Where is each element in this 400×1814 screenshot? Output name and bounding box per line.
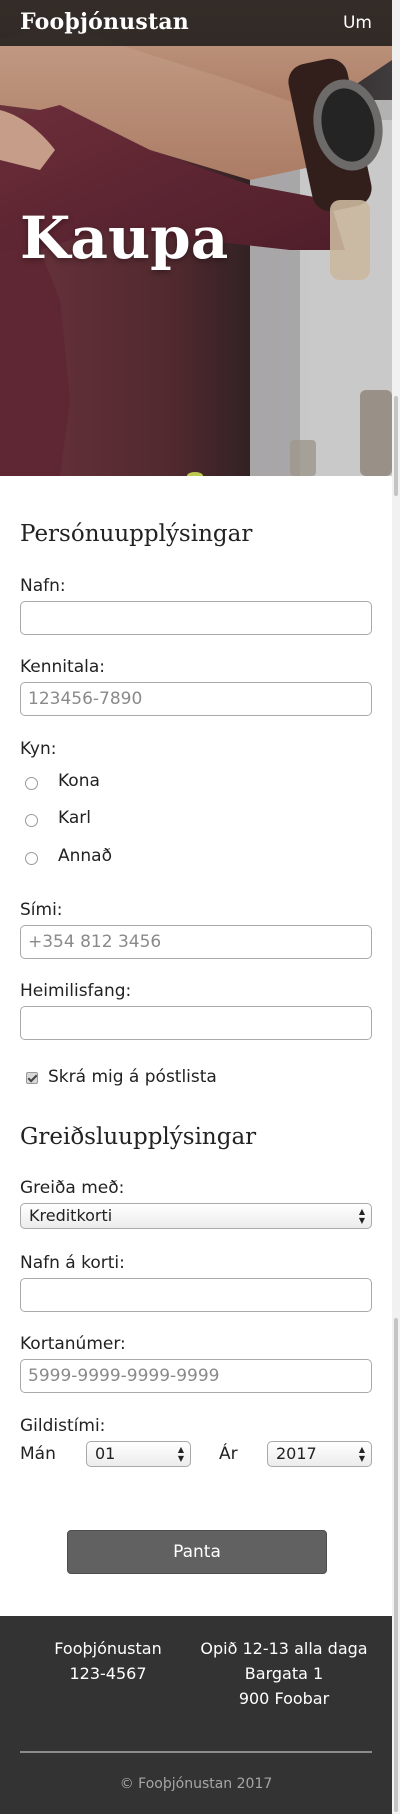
footer-company: Fooþjónustan 123-4567: [38, 1636, 178, 1686]
card-name-input[interactable]: [20, 1278, 372, 1312]
address-label: Heimilisfang:: [20, 981, 132, 1001]
brand-logo[interactable]: Fooþjónustan: [20, 9, 189, 35]
footer-copyright: © Fooþjónustan 2017: [119, 1776, 273, 1792]
card-number-input[interactable]: [20, 1359, 372, 1393]
footer-street: Bargata 1: [244, 1664, 324, 1683]
card-number-label: Kortanúmer:: [20, 1334, 126, 1354]
payment-info-heading: Greiðsluupplýsingar: [20, 1124, 257, 1150]
name-input[interactable]: [20, 601, 372, 635]
scrollbar[interactable]: [392, 0, 400, 1814]
year-label: Ár: [219, 1444, 238, 1464]
radio-label: Kona: [58, 771, 100, 791]
gender-label: Kyn:: [20, 739, 57, 759]
top-navbar: Fooþjónustan Um: [0, 0, 392, 46]
payment-method-value: Kreditkorti: [29, 1206, 113, 1225]
newsletter-checkbox[interactable]: [26, 1072, 38, 1084]
radio-button[interactable]: [25, 777, 38, 790]
footer-phone: 123-4567: [69, 1664, 147, 1683]
phone-label: Sími:: [20, 900, 63, 920]
radio-button[interactable]: [25, 852, 38, 865]
footer-address: Opið 12-13 alla daga Bargata 1 900 Fooba…: [196, 1636, 372, 1711]
phone-input[interactable]: [20, 925, 372, 959]
card-name-label: Nafn á korti:: [20, 1253, 125, 1273]
payment-method-label: Greiða með:: [20, 1178, 125, 1198]
order-button[interactable]: Panta: [67, 1530, 327, 1574]
payment-method-select[interactable]: Kreditkorti ▲ ▼: [20, 1203, 372, 1229]
personal-info-heading: Persónuupplýsingar: [20, 521, 253, 547]
month-label: Mán: [20, 1444, 56, 1464]
month-select[interactable]: 01 ▲ ▼: [86, 1441, 191, 1467]
kennitala-input[interactable]: [20, 682, 372, 716]
month-value: 01: [95, 1444, 116, 1463]
radio-label: Karl: [58, 808, 91, 828]
page: Kaupa Fooþjónustan Um Persónuupplýsingar…: [0, 0, 392, 1814]
select-arrows-icon: ▲ ▼: [177, 1445, 184, 1463]
footer-hours: Opið 12-13 alla daga: [200, 1639, 368, 1658]
footer-city: 900 Foobar: [238, 1689, 330, 1708]
year-select[interactable]: 2017 ▲ ▼: [267, 1441, 372, 1467]
footer-divider: [20, 1751, 372, 1753]
kennitala-label: Kennitala:: [20, 657, 105, 677]
scrollbar-thumb[interactable]: [394, 1318, 398, 1812]
expiry-label: Gildistími:: [20, 1416, 106, 1436]
address-input[interactable]: [20, 1006, 372, 1040]
year-value: 2017: [276, 1444, 317, 1463]
select-arrows-icon: ▲ ▼: [358, 1445, 365, 1463]
select-arrows-icon: ▲ ▼: [358, 1207, 365, 1225]
nav-link-um[interactable]: Um: [343, 13, 372, 33]
footer-company-name: Fooþjónustan: [54, 1639, 162, 1658]
scrollbar-thumb-upper[interactable]: [394, 396, 398, 496]
radio-button[interactable]: [25, 814, 38, 827]
page-title: Kaupa: [20, 204, 229, 272]
newsletter-label: Skrá mig á póstlista: [48, 1067, 217, 1087]
radio-label: Annað: [58, 846, 112, 866]
hero-banner: Kaupa: [0, 0, 392, 476]
name-label: Nafn:: [20, 576, 66, 596]
footer: Fooþjónustan 123-4567 Opið 12-13 alla da…: [0, 1616, 392, 1814]
